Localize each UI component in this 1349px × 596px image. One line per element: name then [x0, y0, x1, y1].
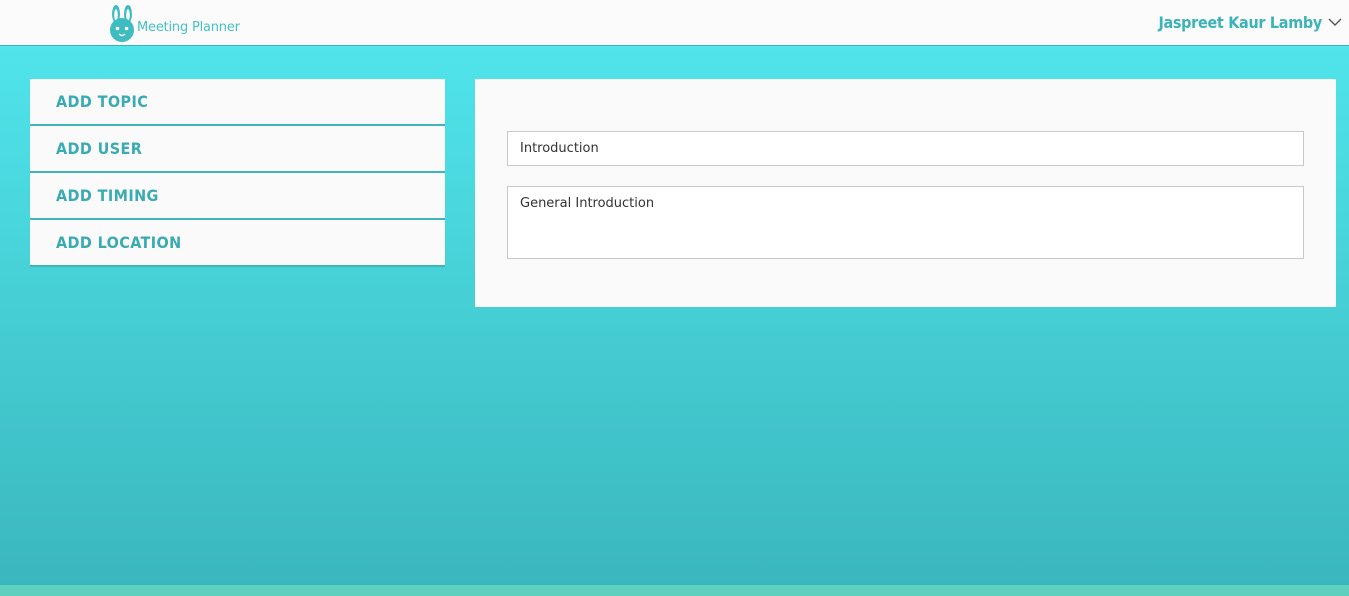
- bunny-logo-icon[interactable]: [106, 4, 138, 42]
- menu-item-label: ADD USER: [56, 139, 143, 158]
- user-name[interactable]: Jaspreet Kaur Lamby: [1158, 13, 1322, 32]
- menu-item-add-timing[interactable]: ADD TIMING: [30, 173, 445, 220]
- chevron-down-icon[interactable]: [1328, 15, 1342, 29]
- app-name[interactable]: Meeting Planner: [137, 20, 240, 35]
- footer: [0, 585, 1349, 596]
- topic-form-panel: General Introduction: [475, 79, 1336, 307]
- top-header: Meeting Planner Jaspreet Kaur Lamby: [0, 0, 1349, 46]
- menu-item-add-topic[interactable]: ADD TOPIC: [30, 79, 445, 126]
- topic-title-input[interactable]: [507, 131, 1304, 166]
- menu-item-add-user[interactable]: ADD USER: [30, 126, 445, 173]
- menu-item-label: ADD TOPIC: [56, 92, 149, 111]
- menu-item-add-location[interactable]: ADD LOCATION: [30, 220, 445, 267]
- topic-description-textarea[interactable]: General Introduction: [507, 186, 1304, 259]
- menu-item-label: ADD LOCATION: [56, 233, 182, 252]
- menu-item-label: ADD TIMING: [56, 186, 159, 205]
- side-menu: ADD TOPIC ADD USER ADD TIMING ADD LOCATI…: [30, 79, 445, 267]
